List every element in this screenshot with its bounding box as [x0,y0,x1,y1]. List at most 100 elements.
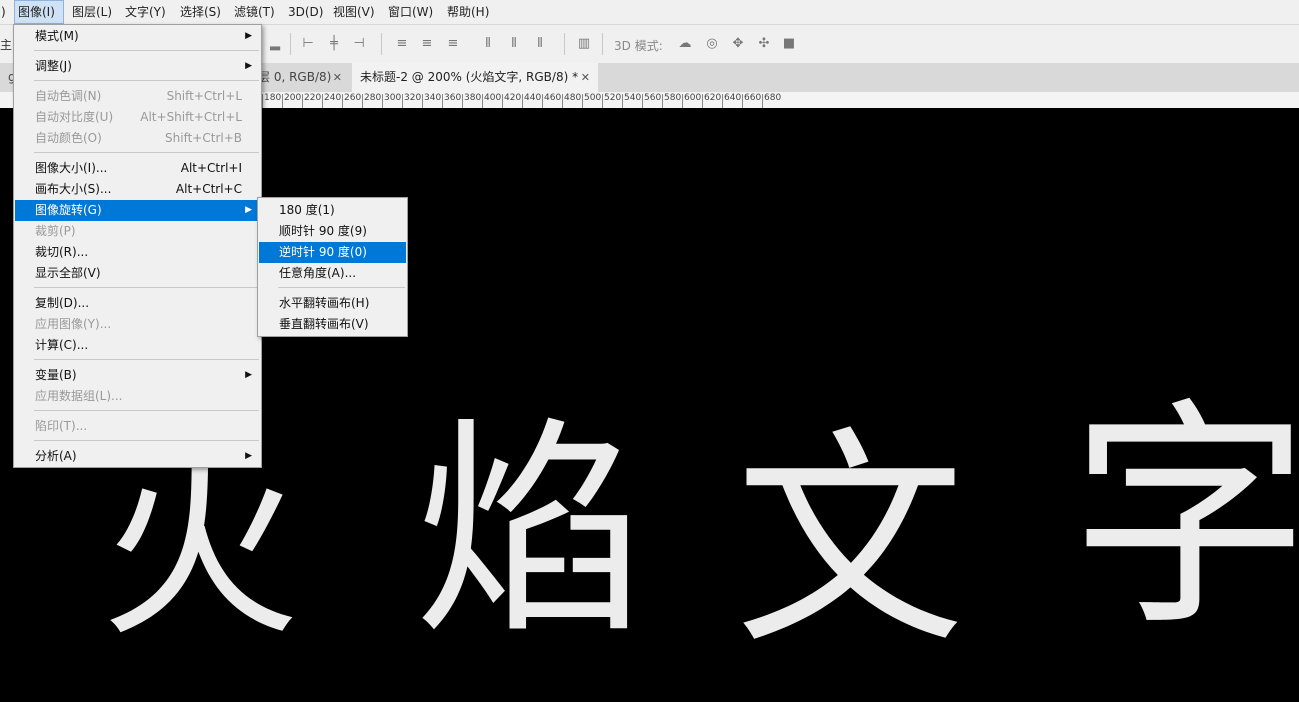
menu-item-label: 画布大小(S)... [35,182,112,196]
menu-item-reveal-all[interactable]: 显示全部(V) [15,263,260,284]
ruler-tick [462,94,463,108]
align-right-icon[interactable]: ⊣ [352,37,366,51]
ruler-tick-label: 280 [364,93,382,103]
distribute-hcenter-icon[interactable]: ⫴ [507,37,521,51]
distribute-bottom-icon[interactable]: ≡ [446,37,460,51]
submenu-arrow-icon: ▶ [245,61,252,71]
ruler-tick-label: 360 [444,93,462,103]
distribute-vcenter-icon[interactable]: ≡ [420,37,434,51]
menu-view[interactable]: 视图(V) [330,0,378,24]
ruler-tick-label: 320 [404,93,422,103]
menu-3d[interactable]: 3D(D) [285,0,326,24]
ruler-tick-label: 480 [564,93,582,103]
menu-item-label: 自动对比度(U) [35,110,114,124]
menu-item-mode[interactable]: 模式(M) ▶ [15,26,260,47]
menu-divider [34,440,259,441]
menu-window[interactable]: 窗口(W) [385,0,436,24]
menu-type[interactable]: 文字(Y) [122,0,169,24]
menu-item-flip-vertical[interactable]: 垂直翻转画布(V) [259,314,406,335]
align-bottom-icon[interactable]: ▂ [268,37,282,51]
menu-item-label: 任意角度(A)... [279,266,357,280]
menu-item-apply-data-set[interactable]: 应用数据组(L)... [15,386,260,407]
menu-item-duplicate[interactable]: 复制(D)... [15,293,260,314]
menu-divider [34,410,259,411]
distribute-left-icon[interactable]: ⫴ [481,37,495,51]
ruler-tick-label: 200 [284,93,302,103]
menu-item-shortcut: Shift+Ctrl+L [166,89,242,103]
auto-align-layers-icon[interactable]: ▥ [577,37,591,51]
menu-item-canvas-size[interactable]: 画布大小(S)... Alt+Ctrl+C [15,179,260,200]
menu-filter[interactable]: 滤镜(T) [231,0,278,24]
menu-item-calculations[interactable]: 计算(C)... [15,335,260,356]
ruler-tick-label: 260 [344,93,362,103]
menu-item-rotate-arbitrary[interactable]: 任意角度(A)... [259,263,406,284]
close-icon[interactable]: ✕ [333,63,342,92]
submenu-arrow-icon: ▶ [245,205,252,215]
ruler-tick [742,94,743,108]
ruler-tick-label: 220 [304,93,322,103]
menu-item-apply-image[interactable]: 应用图像(Y)... [15,314,260,335]
canvas-text-char-4: 字 [1070,378,1299,658]
menu-item-label: 调整(J) [35,59,72,73]
menu-help[interactable]: 帮助(H) [444,0,492,24]
tab-title: 层 0, RGB/8) [258,70,332,84]
ruler-tick-label: 680 [764,93,782,103]
ruler-tick [302,94,303,108]
menu-divider [34,80,259,81]
menu-item-trim[interactable]: 裁切(R)... [15,242,260,263]
menu-item-rotate-180[interactable]: 180 度(1) [259,200,406,221]
document-tab-2[interactable]: 层 0, RGB/8) ✕ [250,63,350,92]
align-hcenter-icon[interactable]: ╪ [327,37,341,51]
ruler-tick-label: 180 [264,93,282,103]
menu-item-image-size[interactable]: 图像大小(I)... Alt+Ctrl+I [15,158,260,179]
menu-item-flip-horizontal[interactable]: 水平翻转画布(H) [259,293,406,314]
align-left-icon[interactable]: ⊢ [301,37,315,51]
menu-item-label: 自动色调(N) [35,89,102,103]
3d-camera-icon[interactable]: ■ [782,37,796,51]
menu-image[interactable]: 图像(I) [14,0,64,24]
ruler-tick [322,94,323,108]
menu-item-auto-tone[interactable]: 自动色调(N) Shift+Ctrl+L [15,86,260,107]
menu-item-label: 逆时针 90 度(0) [279,245,367,259]
3d-orbit-icon[interactable]: ☁ [678,37,692,51]
menu-item-label: 图像大小(I)... [35,161,108,175]
menu-item-shortcut: Alt+Shift+Ctrl+L [140,110,242,124]
ruler-tick [422,94,423,108]
menu-item-rotate-90-ccw[interactable]: 逆时针 90 度(0) [259,242,406,263]
toolbar-divider [602,33,603,55]
menu-divider [34,287,259,288]
ruler-tick-label: 400 [484,93,502,103]
menu-divider [278,287,405,288]
3d-pan-icon[interactable]: ✥ [731,37,745,51]
canvas-text-char-1: 火 [100,431,301,664]
menu-item-label: 垂直翻转画布(V) [279,317,369,331]
menu-item-analysis[interactable]: 分析(A) ▶ [15,446,260,467]
3d-slide-icon[interactable]: ✣ [757,37,771,51]
ruler-tick-label: 640 [724,93,742,103]
menu-layer[interactable]: 图层(L) [69,0,115,24]
menu-item-image-rotation[interactable]: 图像旋转(G) ▶ [15,200,260,221]
menu-edit-fragment[interactable]: ) [0,0,9,24]
close-icon[interactable]: ✕ [581,63,590,92]
distribute-right-icon[interactable]: ⫴ [533,37,547,51]
menu-item-auto-color[interactable]: 自动颜色(O) Shift+Ctrl+B [15,128,260,149]
ruler-tick-label: 440 [524,93,542,103]
menu-item-auto-contrast[interactable]: 自动对比度(U) Alt+Shift+Ctrl+L [15,107,260,128]
submenu-arrow-icon: ▶ [245,370,252,380]
ruler-tick-label: 240 [324,93,342,103]
menu-item-shortcut: Shift+Ctrl+B [165,131,242,145]
document-tab-active[interactable]: 未标题-2 @ 200% (火焰文字, RGB/8) * ✕ [352,63,598,92]
menu-item-label: 陷印(T)... [35,419,88,433]
menu-item-adjustments[interactable]: 调整(J) ▶ [15,56,260,77]
ruler-tick [262,94,263,108]
menu-select[interactable]: 选择(S) [177,0,224,24]
menu-item-shortcut: Alt+Ctrl+C [175,182,242,196]
menu-item-rotate-90-cw[interactable]: 顺时针 90 度(9) [259,221,406,242]
ruler-tick [482,94,483,108]
menu-item-crop[interactable]: 裁剪(P) [15,221,260,242]
3d-roll-icon[interactable]: ◎ [705,37,719,51]
menu-item-label: 应用图像(Y)... [35,317,112,331]
menu-item-trap[interactable]: 陷印(T)... [15,416,260,437]
distribute-top-icon[interactable]: ≡ [395,37,409,51]
menu-item-variables[interactable]: 变量(B) ▶ [15,365,260,386]
